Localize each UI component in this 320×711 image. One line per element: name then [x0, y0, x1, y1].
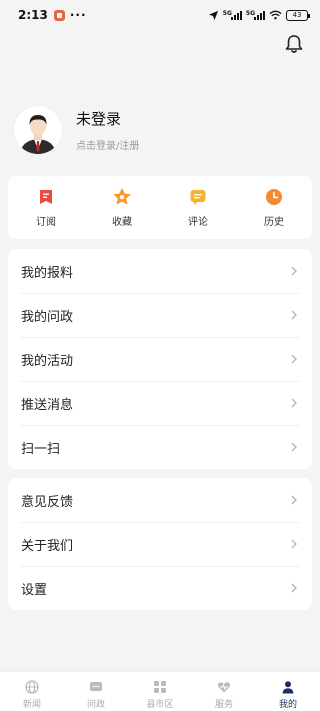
menu-item-my-activities[interactable]: 我的活动	[8, 337, 312, 381]
subscribe-icon	[40, 190, 52, 204]
chevron-right-icon	[291, 495, 297, 505]
network-type-label-2: 5G	[245, 10, 255, 17]
menu-item-feedback[interactable]: 意见反馈	[8, 478, 312, 522]
chevron-right-icon	[291, 539, 297, 549]
chevron-right-icon	[291, 354, 297, 364]
bottom-tab-bar: 新闻 问政 县市区 服务 我的	[0, 671, 320, 711]
quick-action-label: 订阅	[36, 217, 56, 228]
profile-text[interactable]: 未登录 点击登录/注册	[76, 108, 139, 152]
chevron-right-icon	[291, 583, 297, 593]
avatar[interactable]	[14, 106, 62, 154]
login-status[interactable]: 未登录	[76, 108, 139, 129]
tab-label: 服务	[214, 700, 233, 710]
grid-icon	[154, 681, 166, 693]
menu-item-my-inquiries[interactable]: 我的问政	[8, 293, 312, 337]
network-type-label: 5G	[222, 10, 232, 17]
chevron-right-icon	[291, 266, 297, 276]
battery-icon: 43	[286, 9, 310, 21]
tab-mine[interactable]: 我的	[256, 672, 320, 711]
quick-action-favorites[interactable]: 收藏	[84, 176, 160, 239]
menu-group-primary: 我的报料 我的问政 我的活动 推送消息 扫一扫	[8, 249, 312, 469]
tab-news[interactable]: 新闻	[0, 672, 64, 711]
menu-item-scan[interactable]: 扫一扫	[8, 425, 312, 469]
menu-item-label: 我的问政	[21, 309, 74, 325]
quick-action-label: 历史	[264, 217, 284, 228]
chevron-right-icon	[291, 310, 297, 320]
chevron-right-icon	[291, 398, 297, 408]
tab-inquiry[interactable]: 问政	[64, 672, 128, 711]
tab-label: 县市区	[146, 700, 174, 710]
menu-item-label: 我的活动	[21, 353, 74, 369]
globe-icon	[25, 680, 39, 694]
notification-bell-icon[interactable]	[284, 34, 304, 54]
menu-item-settings[interactable]: 设置	[8, 566, 312, 610]
quick-action-subscribe[interactable]: 订阅	[8, 176, 84, 239]
heart-icon	[217, 682, 231, 693]
menu-group-secondary: 意见反馈 关于我们 设置	[8, 478, 312, 610]
clock-icon	[266, 189, 282, 205]
location-arrow-icon	[208, 10, 218, 20]
comment-icon	[190, 190, 206, 205]
menu-item-label: 意见反馈	[21, 494, 74, 510]
menu-item-label: 扫一扫	[21, 441, 61, 457]
quick-actions-card: 订阅 收藏 评论 历史	[8, 176, 312, 239]
menu-item-label: 我的报料	[21, 265, 74, 281]
status-bar: 2:13 ··· 5G 5G 43	[0, 0, 320, 30]
app-notification-icon	[53, 9, 65, 21]
profile-header[interactable]: 未登录 点击登录/注册	[14, 106, 139, 154]
tab-label: 新闻	[22, 700, 41, 710]
quick-action-comments[interactable]: 评论	[160, 176, 236, 239]
menu-item-label: 设置	[21, 582, 48, 598]
status-time: 2:13	[18, 8, 48, 22]
chevron-right-icon	[291, 442, 297, 452]
cellular-signal-icon-2: 5G	[246, 10, 265, 20]
login-register-link[interactable]: 点击登录/注册	[76, 137, 139, 152]
tab-counties[interactable]: 县市区	[128, 672, 192, 711]
status-icons: 5G 5G 43	[208, 9, 310, 21]
chat-icon	[90, 682, 102, 691]
menu-item-label: 推送消息	[21, 397, 74, 413]
menu-item-label: 关于我们	[21, 538, 74, 554]
wifi-icon	[269, 10, 282, 20]
quick-action-history[interactable]: 历史	[236, 176, 312, 239]
menu-item-my-reports[interactable]: 我的报料	[8, 249, 312, 293]
quick-action-label: 收藏	[112, 217, 132, 228]
tab-label: 我的	[278, 700, 297, 710]
cellular-signal-icon: 5G	[223, 10, 242, 20]
quick-action-label: 评论	[188, 217, 208, 228]
tab-services[interactable]: 服务	[192, 672, 256, 711]
more-notifications-dots: ···	[69, 8, 87, 22]
person-icon	[282, 681, 294, 694]
tab-label: 问政	[86, 700, 105, 710]
menu-item-about-us[interactable]: 关于我们	[8, 522, 312, 566]
star-icon	[113, 188, 131, 205]
default-user-avatar-icon	[14, 106, 62, 154]
menu-item-push-messages[interactable]: 推送消息	[8, 381, 312, 425]
